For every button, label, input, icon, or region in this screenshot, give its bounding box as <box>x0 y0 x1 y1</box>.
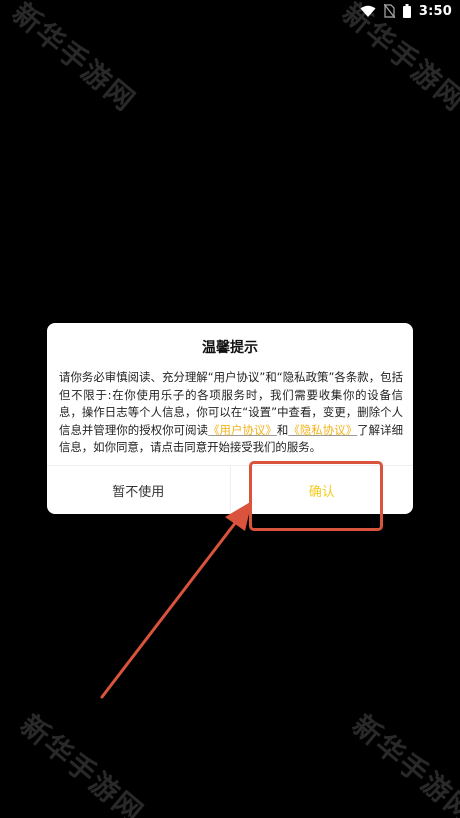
dialog-body: 请你务必审慎阅读、充分理解“用户协议”和“隐私政策”各条款，包括但不限于:在你使… <box>59 369 403 457</box>
annotation-highlight-box <box>249 461 383 531</box>
watermark: 新华手游网 <box>345 708 460 818</box>
dialog-body-and: 和 <box>276 422 289 437</box>
watermark: 新华手游网 <box>13 708 151 818</box>
cancel-button[interactable]: 暂不使用 <box>47 466 231 514</box>
app-screen: 3:50 新华手游网 新华手游网 新华手游网 新华手游网 温馨提示 请你务必审慎… <box>0 0 460 818</box>
dialog-title: 温馨提示 <box>202 340 258 356</box>
status-time: 3:50 <box>418 3 452 19</box>
user-agreement-link[interactable]: 《用户协议》 <box>208 423 277 437</box>
privacy-policy-link[interactable]: 《隐私协议》 <box>288 423 357 437</box>
battery-icon <box>402 4 411 18</box>
